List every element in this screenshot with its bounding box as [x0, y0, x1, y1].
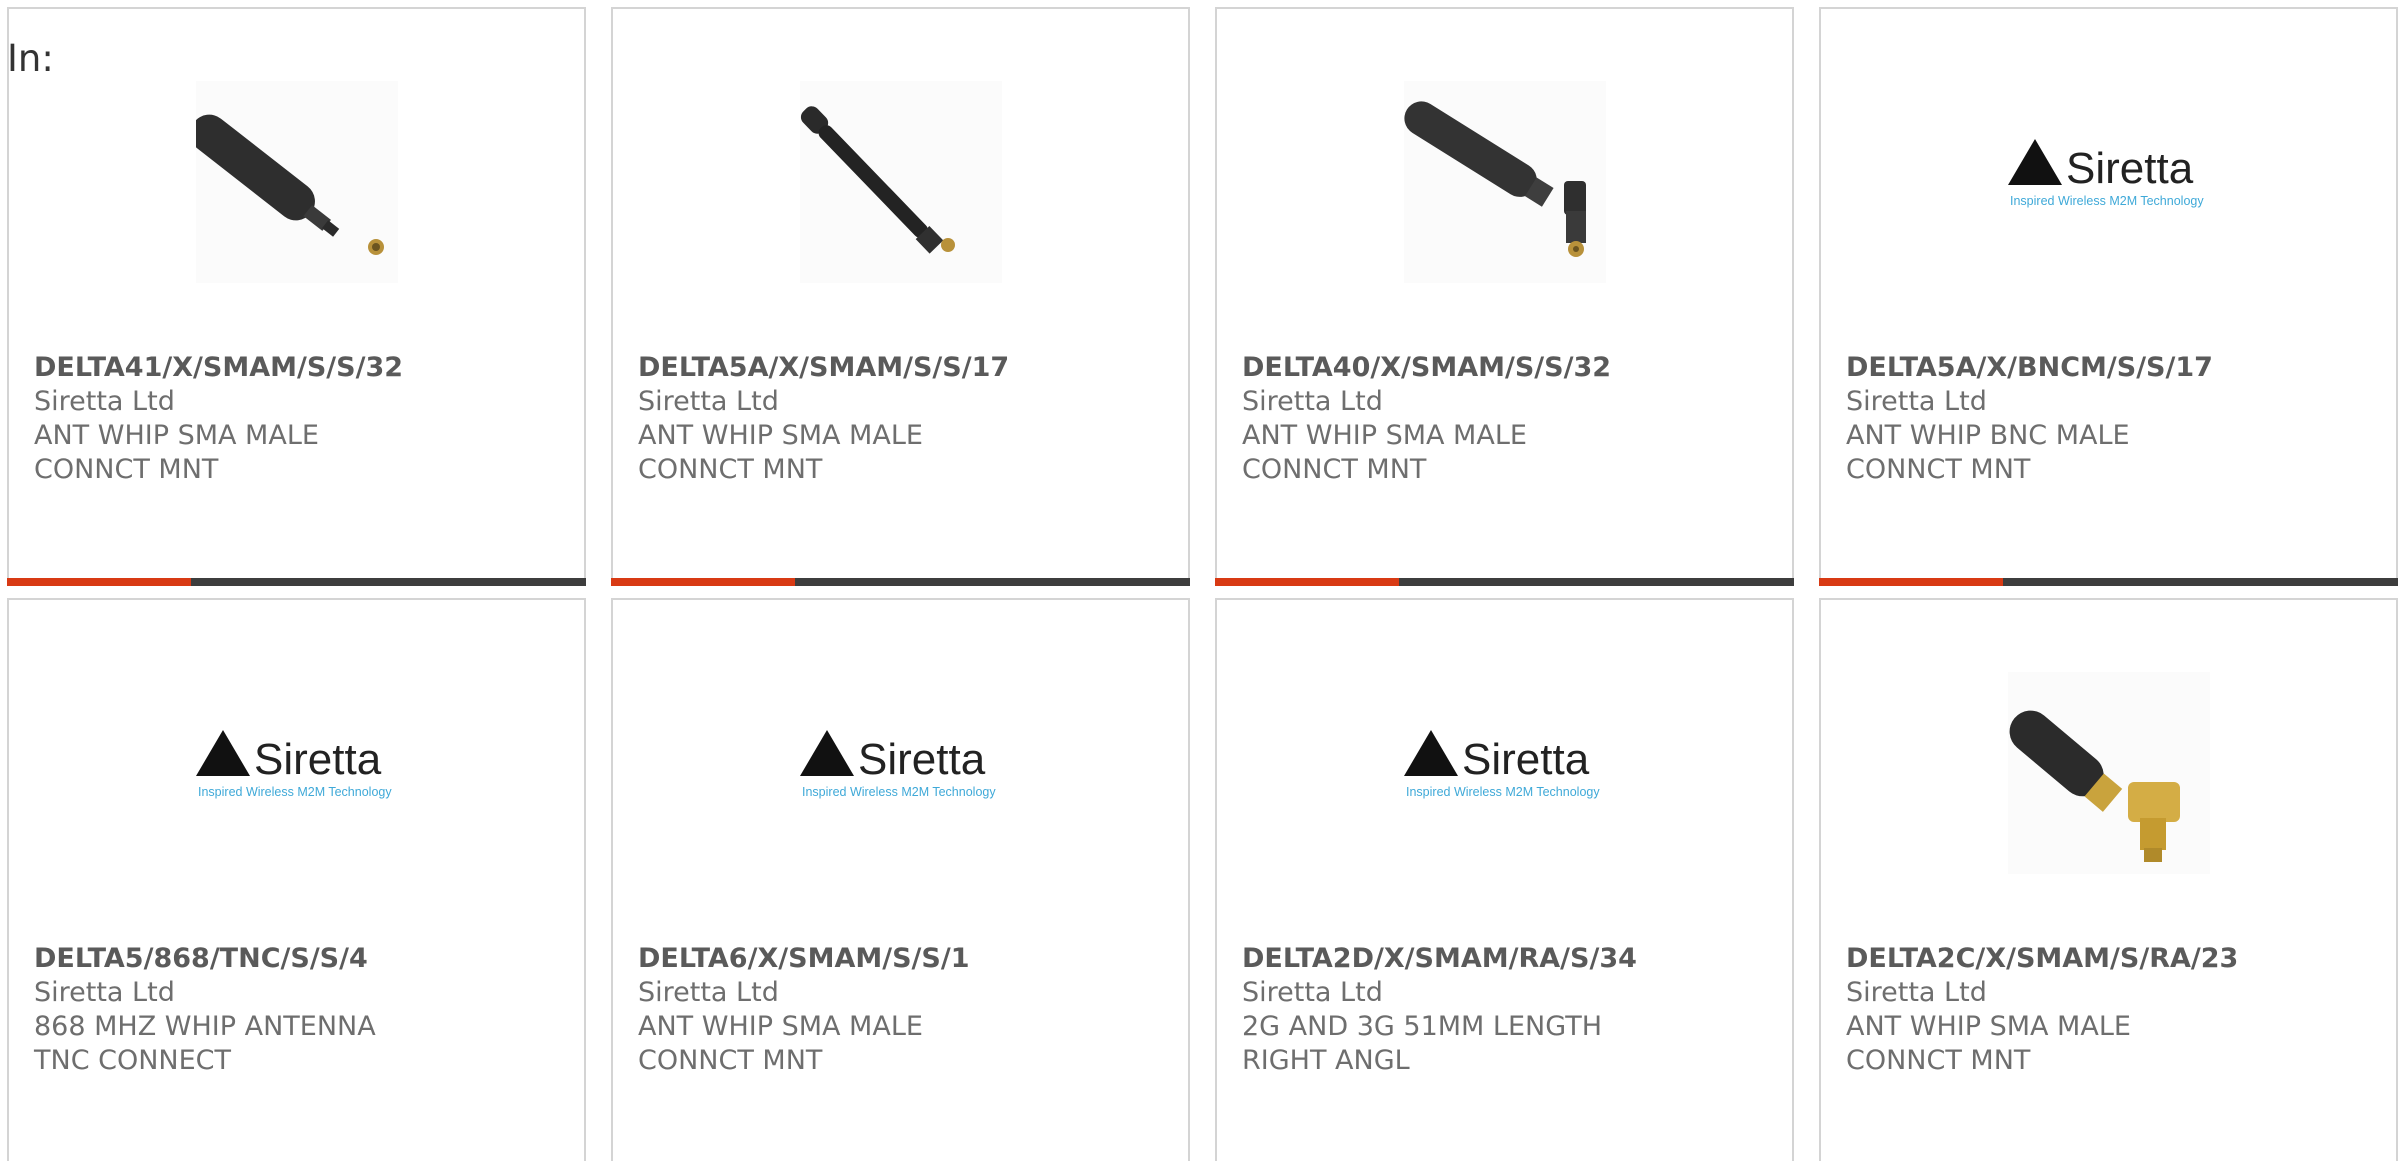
product-card[interactable]: DELTA40/X/SMAM/S/S/32 Siretta Ltd ANT WH…	[1215, 7, 1794, 586]
product-manufacturer: Siretta Ltd	[1242, 386, 1383, 417]
product-description: ANT WHIP BNC MALE CONNCT MNT	[1846, 420, 2130, 485]
product-description: ANT WHIP SMA MALE CONNCT MNT	[34, 420, 319, 485]
product-image[interactable]: Siretta Inspired Wireless M2M Technology	[195, 672, 398, 874]
product-card[interactable]: Siretta Inspired Wireless M2M Technology…	[611, 598, 1190, 1161]
product-manufacturer: Siretta Ltd	[1242, 977, 1383, 1008]
product-info: DELTA5A/X/BNCM/S/S/17 Siretta Ltd ANT WH…	[1846, 351, 2376, 487]
svg-text:Inspired Wireless M2M Technolo: Inspired Wireless M2M Technology	[802, 785, 996, 799]
card-footer-bar	[1819, 578, 2398, 586]
card-footer-accent	[1215, 578, 1399, 586]
product-description: 2G AND 3G 51MM LENGTH RIGHT ANGL	[1242, 1011, 1602, 1076]
product-image[interactable]	[195, 81, 398, 283]
product-image[interactable]: Siretta Inspired Wireless M2M Technology	[1403, 672, 1606, 874]
product-card[interactable]: Siretta Inspired Wireless M2M Technology…	[1215, 598, 1794, 1161]
product-description: ANT WHIP SMA MALE CONNCT MNT	[1846, 1011, 2131, 1076]
card-footer-accent	[7, 578, 191, 586]
svg-text:Siretta: Siretta	[858, 735, 986, 784]
product-part-number[interactable]: DELTA2D/X/SMAM/RA/S/34	[1242, 942, 1772, 976]
product-part-number[interactable]: DELTA6/X/SMAM/S/S/1	[638, 942, 1168, 976]
siretta-logo-icon: Siretta Inspired Wireless M2M Technology	[2007, 139, 2204, 208]
antenna-paddle-angled-icon	[1403, 81, 1606, 283]
product-manufacturer: Siretta Ltd	[1846, 386, 1987, 417]
svg-text:Siretta: Siretta	[1462, 735, 1590, 784]
product-info: DELTA2C/X/SMAM/S/RA/23 Siretta Ltd ANT W…	[1846, 942, 2376, 1078]
product-description: 868 MHZ WHIP ANTENNA TNC CONNECT	[34, 1011, 376, 1076]
product-part-number[interactable]: DELTA5A/X/SMAM/S/S/17	[638, 351, 1168, 385]
product-grid: DELTA41/X/SMAM/S/S/32 Siretta Ltd ANT WH…	[7, 7, 2398, 1161]
siretta-logo-icon: Siretta Inspired Wireless M2M Technology	[1403, 730, 1600, 799]
product-card[interactable]: DELTA2C/X/SMAM/S/RA/23 Siretta Ltd ANT W…	[1819, 598, 2398, 1161]
product-results-page: In: DELTA41/X/SMAM/S/S/32 Siretta Ltd AN…	[0, 0, 2400, 1161]
card-footer-accent	[1819, 578, 2003, 586]
svg-text:Inspired Wireless M2M Technolo: Inspired Wireless M2M Technology	[2010, 194, 2204, 208]
product-card[interactable]: Siretta Inspired Wireless M2M Technology…	[7, 598, 586, 1161]
product-image[interactable]	[2007, 672, 2210, 874]
svg-text:Inspired Wireless M2M Technolo: Inspired Wireless M2M Technology	[1406, 785, 1600, 799]
product-image[interactable]	[799, 81, 1002, 283]
product-manufacturer: Siretta Ltd	[34, 977, 175, 1008]
product-manufacturer: Siretta Ltd	[1846, 977, 1987, 1008]
svg-text:Siretta: Siretta	[254, 735, 382, 784]
product-manufacturer: Siretta Ltd	[34, 386, 175, 417]
product-part-number[interactable]: DELTA2C/X/SMAM/S/RA/23	[1846, 942, 2376, 976]
product-image[interactable]: Siretta Inspired Wireless M2M Technology	[2007, 81, 2210, 283]
product-part-number[interactable]: DELTA5A/X/BNCM/S/S/17	[1846, 351, 2376, 385]
product-card[interactable]: DELTA41/X/SMAM/S/S/32 Siretta Ltd ANT WH…	[7, 7, 586, 586]
product-info: DELTA6/X/SMAM/S/S/1 Siretta Ltd ANT WHIP…	[638, 942, 1168, 1078]
svg-text:Inspired Wireless M2M Technolo: Inspired Wireless M2M Technology	[198, 785, 392, 799]
product-card[interactable]: Siretta Inspired Wireless M2M Technology…	[1819, 7, 2398, 586]
product-part-number[interactable]: DELTA40/X/SMAM/S/S/32	[1242, 351, 1772, 385]
card-footer-bar	[611, 578, 1190, 586]
antenna-stubby-right-angle-icon	[2007, 672, 2210, 874]
svg-text:Siretta: Siretta	[2066, 144, 2194, 193]
card-footer-bar	[7, 578, 586, 586]
product-description: ANT WHIP SMA MALE CONNCT MNT	[638, 420, 923, 485]
product-info: DELTA5/868/TNC/S/S/4 Siretta Ltd 868 MHZ…	[34, 942, 564, 1078]
product-part-number[interactable]: DELTA41/X/SMAM/S/S/32	[34, 351, 564, 385]
antenna-paddle-icon	[195, 81, 398, 283]
card-footer-bar	[1215, 578, 1794, 586]
siretta-logo-icon: Siretta Inspired Wireless M2M Technology	[799, 730, 996, 799]
product-manufacturer: Siretta Ltd	[638, 977, 779, 1008]
product-info: DELTA40/X/SMAM/S/S/32 Siretta Ltd ANT WH…	[1242, 351, 1772, 487]
siretta-logo-icon: Siretta Inspired Wireless M2M Technology	[195, 730, 392, 799]
product-info: DELTA41/X/SMAM/S/S/32 Siretta Ltd ANT WH…	[34, 351, 564, 487]
product-info: DELTA5A/X/SMAM/S/S/17 Siretta Ltd ANT WH…	[638, 351, 1168, 487]
product-image[interactable]	[1403, 81, 1606, 283]
product-info: DELTA2D/X/SMAM/RA/S/34 Siretta Ltd 2G AN…	[1242, 942, 1772, 1078]
antenna-slim-icon	[799, 81, 1002, 283]
product-manufacturer: Siretta Ltd	[638, 386, 779, 417]
product-card[interactable]: DELTA5A/X/SMAM/S/S/17 Siretta Ltd ANT WH…	[611, 7, 1190, 586]
product-description: ANT WHIP SMA MALE CONNCT MNT	[638, 1011, 923, 1076]
product-description: ANT WHIP SMA MALE CONNCT MNT	[1242, 420, 1527, 485]
card-footer-accent	[611, 578, 795, 586]
filter-label: In:	[7, 37, 54, 80]
product-image[interactable]: Siretta Inspired Wireless M2M Technology	[799, 672, 1002, 874]
product-part-number[interactable]: DELTA5/868/TNC/S/S/4	[34, 942, 564, 976]
